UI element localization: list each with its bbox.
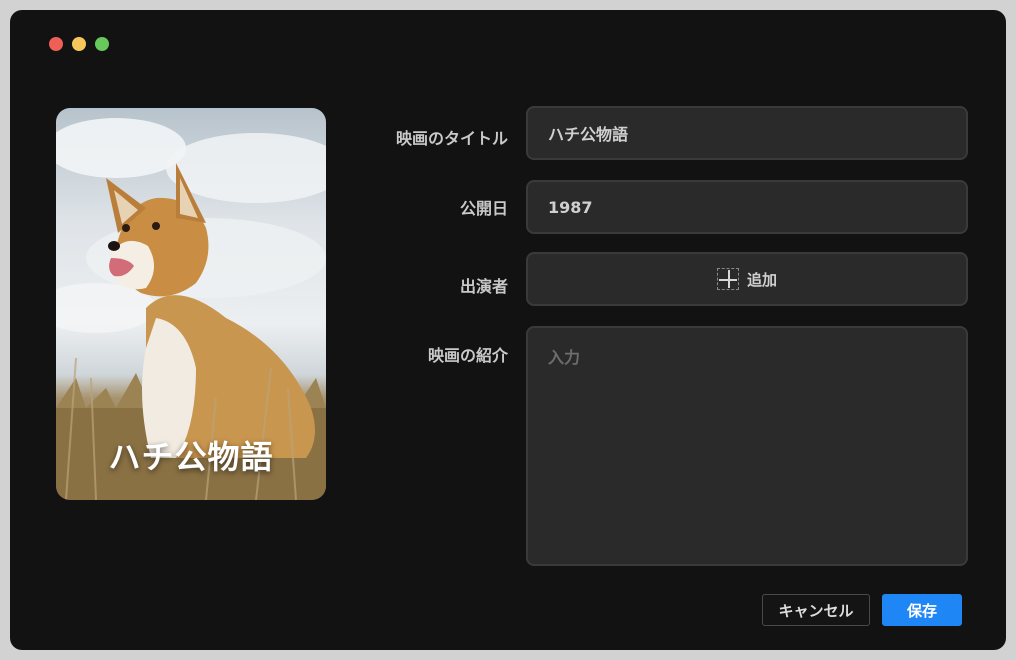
- minimize-window-button[interactable]: [72, 37, 86, 51]
- add-cast-button[interactable]: 追加: [526, 252, 968, 306]
- intro-label: 映画の紹介: [427, 346, 508, 365]
- save-button[interactable]: 保存: [882, 594, 962, 626]
- close-window-button[interactable]: [49, 37, 63, 51]
- release-date-input[interactable]: 1987: [526, 180, 968, 234]
- movie-poster[interactable]: ハチ公物語: [56, 108, 326, 500]
- cancel-button[interactable]: キャンセル: [762, 594, 870, 626]
- intro-textarea[interactable]: [526, 326, 968, 566]
- poster-title: ハチ公物語: [108, 438, 274, 476]
- window-controls: [49, 37, 109, 51]
- plus-icon: [716, 268, 739, 290]
- app-window: ハチ公物語 映画のタイトル ハチ公物語 公開日 1987 出演者 追加 映画の紹…: [10, 10, 1006, 650]
- title-label: 映画のタイトル: [395, 129, 508, 148]
- cast-label: 出演者: [459, 277, 508, 296]
- title-input[interactable]: ハチ公物語: [526, 106, 968, 160]
- maximize-window-button[interactable]: [95, 37, 109, 51]
- add-cast-label: 追加: [746, 270, 777, 289]
- release-date-label: 公開日: [459, 199, 508, 218]
